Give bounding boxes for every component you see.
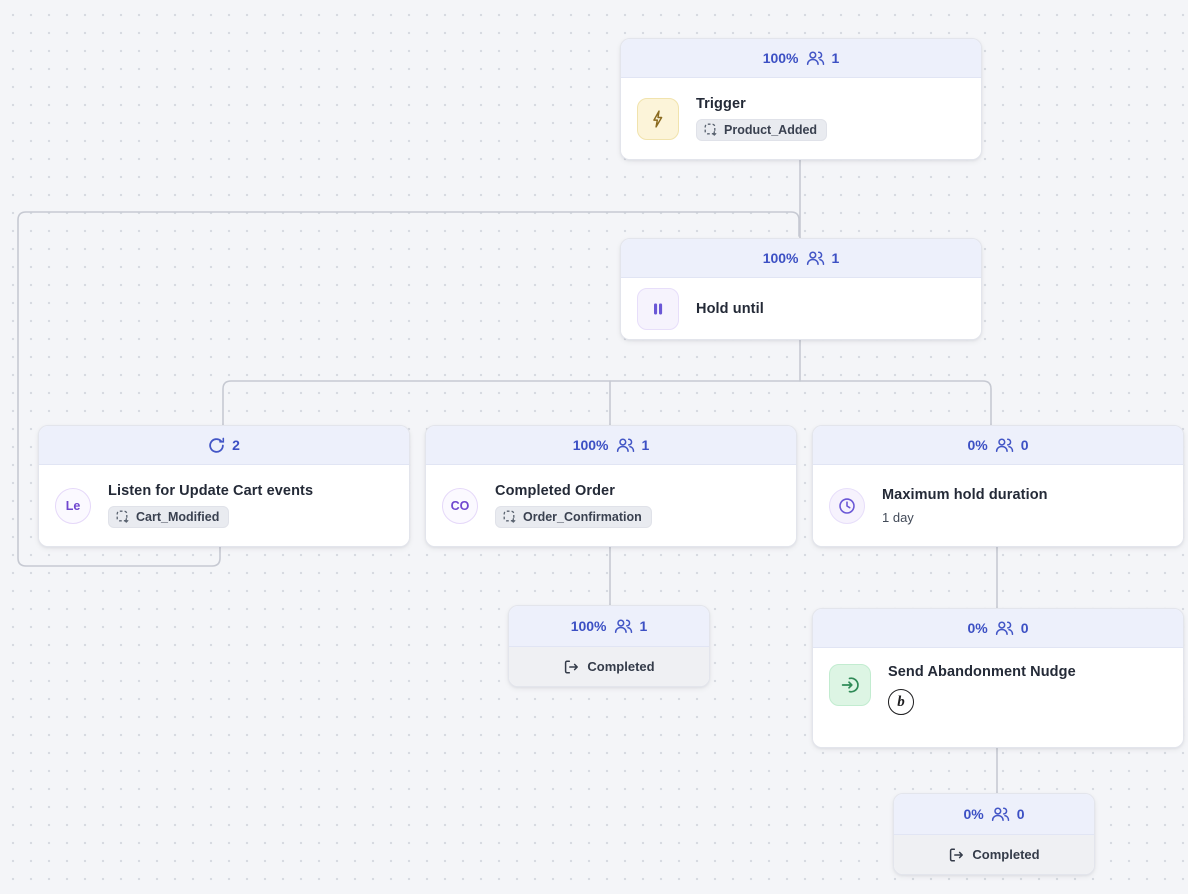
people-icon xyxy=(806,250,825,266)
percent-stat: 0% xyxy=(967,620,987,636)
node-title: Send Abandonment Nudge xyxy=(888,664,1076,680)
count-stat: 2 xyxy=(232,437,240,453)
count-stat: 1 xyxy=(832,250,840,266)
exit-bottom-stats: 0% 0 xyxy=(894,794,1094,835)
count-stat: 1 xyxy=(832,50,840,66)
count-stat: 0 xyxy=(1021,620,1029,636)
node-listen-update-cart[interactable]: 2 Le Listen for Update Cart events Cart_… xyxy=(38,425,410,547)
edge-branch-horizontal xyxy=(223,381,991,425)
exit-top-stats: 100% 1 xyxy=(509,606,709,647)
node-title: Trigger xyxy=(696,96,827,112)
count-stat: 0 xyxy=(1017,806,1025,822)
count-stat: 1 xyxy=(642,437,650,453)
node-hold-until[interactable]: 100% 1 Hold until xyxy=(620,238,982,340)
node-title: Hold until xyxy=(696,301,764,317)
people-icon xyxy=(614,618,633,634)
node-send-abandonment-nudge[interactable]: 0% 0 Send Abandonment Nudge b xyxy=(812,608,1184,748)
percent-stat: 0% xyxy=(967,437,987,453)
node-exit-completed-top[interactable]: 100% 1 Completed xyxy=(508,605,710,687)
event-badge: Order_Confirmation xyxy=(495,506,652,528)
people-icon xyxy=(995,437,1014,453)
percent-stat: 100% xyxy=(763,50,799,66)
node-trigger[interactable]: 100% 1 Trigger Product_Added xyxy=(620,38,982,160)
node-exit-completed-bottom[interactable]: 0% 0 Completed xyxy=(893,793,1095,875)
exit-label: Completed xyxy=(587,659,654,674)
count-stat: 0 xyxy=(1021,437,1029,453)
braze-channel-icon: b xyxy=(888,689,914,715)
node-completed-order[interactable]: 100% 1 CO Completed Order Order_Confirma… xyxy=(425,425,797,547)
event-dashed-icon xyxy=(116,510,130,524)
pause-icon xyxy=(637,288,679,330)
duration-value: 1 day xyxy=(882,510,1048,525)
node-max-hold-stats: 0% 0 xyxy=(813,426,1183,465)
node-listen-stats: 2 xyxy=(39,426,409,465)
node-title: Maximum hold duration xyxy=(882,487,1048,503)
node-title: Completed Order xyxy=(495,483,652,499)
people-icon xyxy=(806,50,825,66)
node-completed-order-stats: 100% 1 xyxy=(426,426,796,465)
avatar-co: CO xyxy=(442,488,478,524)
clock-icon xyxy=(829,488,865,524)
people-icon xyxy=(995,620,1014,636)
node-max-hold-duration[interactable]: 0% 0 Maximum hold duration 1 day xyxy=(812,425,1184,547)
avatar-le: Le xyxy=(55,488,91,524)
percent-stat: 100% xyxy=(573,437,609,453)
percent-stat: 100% xyxy=(571,618,607,634)
event-badge: Cart_Modified xyxy=(108,506,229,528)
refresh-loop-icon xyxy=(208,437,225,454)
exit-label: Completed xyxy=(972,847,1039,862)
people-icon xyxy=(616,437,635,453)
percent-stat: 100% xyxy=(763,250,799,266)
exit-icon xyxy=(563,659,579,675)
event-dashed-icon xyxy=(503,510,517,524)
lightning-icon xyxy=(637,98,679,140)
node-hold-until-stats: 100% 1 xyxy=(621,239,981,278)
event-dashed-icon xyxy=(704,123,718,137)
event-badge: Product_Added xyxy=(696,119,827,141)
exit-icon xyxy=(948,847,964,863)
journey-canvas: 100% 1 Trigger Product_Added 100% xyxy=(0,0,1188,894)
percent-stat: 0% xyxy=(963,806,983,822)
node-title: Listen for Update Cart events xyxy=(108,483,313,499)
people-icon xyxy=(991,806,1010,822)
node-trigger-stats: 100% 1 xyxy=(621,39,981,78)
node-send-stats: 0% 0 xyxy=(813,609,1183,648)
count-stat: 1 xyxy=(640,618,648,634)
send-action-icon xyxy=(829,664,871,706)
